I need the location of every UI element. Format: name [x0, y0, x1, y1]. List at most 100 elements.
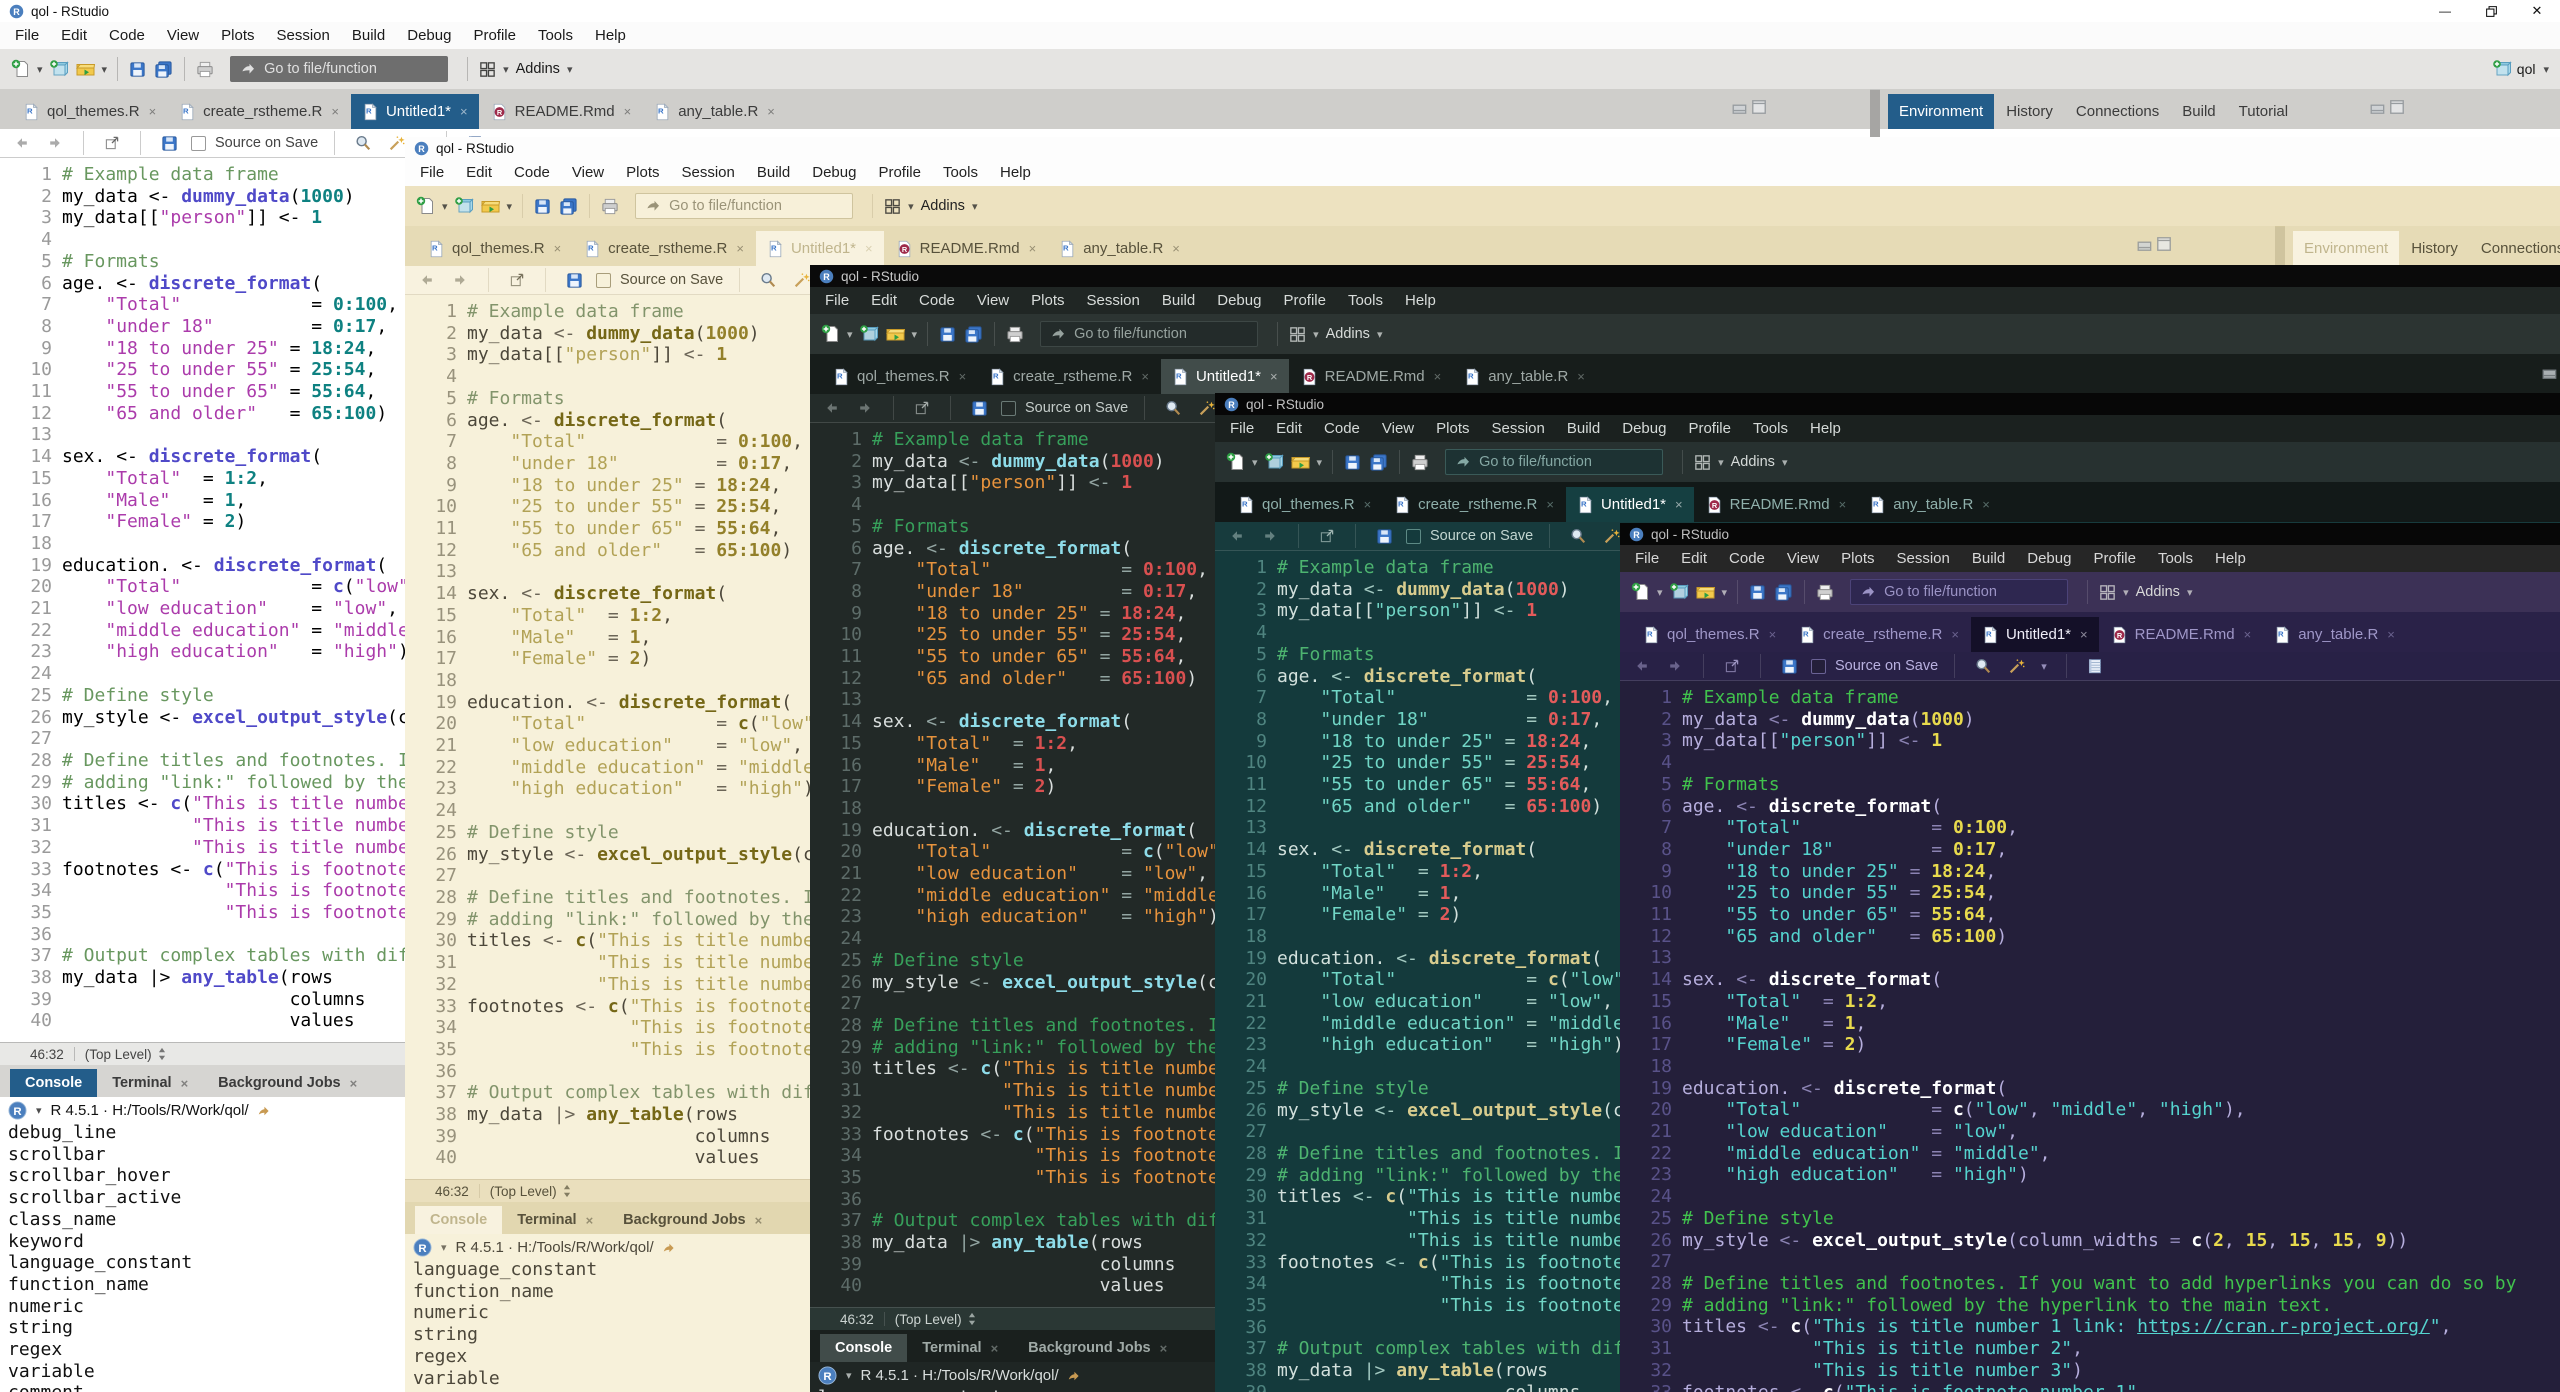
console-tab-terminal[interactable]: Terminal×	[502, 1206, 608, 1234]
print-button[interactable]	[1002, 323, 1028, 346]
menu-item-code[interactable]: Code	[1718, 550, 1776, 567]
pane-layout-button[interactable]	[1285, 323, 1310, 346]
find-replace-button[interactable]	[756, 269, 780, 291]
source-on-save-checkbox[interactable]	[191, 136, 206, 151]
menu-item-build[interactable]: Build	[341, 27, 396, 44]
source-on-save-checkbox[interactable]	[1406, 529, 1421, 544]
tab-close-icon[interactable]: ×	[1673, 497, 1683, 512]
menu-item-debug[interactable]: Debug	[1206, 292, 1272, 309]
tab-create-rstheme-r[interactable]: Rcreate_rstheme.R×	[573, 231, 755, 266]
env-tab-history[interactable]: History	[2400, 231, 2469, 266]
menu-item-debug[interactable]: Debug	[2016, 550, 2082, 567]
tab-close-icon[interactable]: ×	[1027, 241, 1037, 256]
tab-any-table-r[interactable]: Rany_table.R×	[643, 94, 786, 129]
menu-item-tools[interactable]: Tools	[1337, 292, 1394, 309]
back-button[interactable]	[1630, 656, 1654, 676]
pane-layout-caret[interactable]: ▾	[1715, 456, 1727, 469]
tab-readme-rmd[interactable]: RREADME.Rmd×	[885, 231, 1048, 266]
open-file-button[interactable]	[1287, 450, 1314, 474]
console-tab-close-icon[interactable]: ×	[348, 1076, 358, 1091]
menu-item-session[interactable]: Session	[1076, 292, 1151, 309]
menu-item-tools[interactable]: Tools	[1742, 420, 1799, 437]
menu-item-help[interactable]: Help	[989, 164, 1042, 181]
menu-item-plots[interactable]: Plots	[1830, 550, 1885, 567]
new-file-button[interactable]	[1628, 580, 1654, 604]
save-all-button[interactable]	[150, 58, 177, 81]
env-tab-connections[interactable]: Connections	[2470, 231, 2560, 266]
menu-item-profile[interactable]: Profile	[867, 164, 932, 181]
open-file-caret[interactable]: ▾	[1314, 456, 1326, 469]
menu-item-tools[interactable]: Tools	[932, 164, 989, 181]
tab-close-icon[interactable]: ×	[329, 104, 339, 119]
addins-menu[interactable]: Addins▾	[1727, 454, 1795, 470]
tab-untitled1-[interactable]: RUntitled1*×	[1161, 359, 1289, 394]
menu-item-session[interactable]: Session	[671, 164, 746, 181]
tab-close-icon[interactable]: ×	[1949, 627, 1959, 642]
new-file-button[interactable]	[8, 57, 34, 81]
tab-close-icon[interactable]: ×	[622, 104, 632, 119]
tab-close-icon[interactable]: ×	[2385, 627, 2395, 642]
tab-untitled1-[interactable]: RUntitled1*×	[351, 94, 479, 129]
tab-qol-themes-r[interactable]: Rqol_themes.R×	[12, 94, 167, 129]
console-tab-close-icon[interactable]: ×	[753, 1213, 763, 1228]
tab-close-icon[interactable]: ×	[458, 104, 468, 119]
open-file-button[interactable]	[1692, 580, 1719, 604]
goto-file-function-input[interactable]: Go to file/function	[230, 56, 448, 82]
console-tab-terminal[interactable]: Terminal×	[97, 1069, 203, 1097]
tab-close-icon[interactable]: ×	[1575, 369, 1585, 384]
tab-readme-rmd[interactable]: RREADME.Rmd×	[480, 94, 643, 129]
source-pane-window-buttons[interactable]	[1730, 99, 1772, 115]
menu-item-edit[interactable]: Edit	[455, 164, 503, 181]
menu-item-build[interactable]: Build	[1961, 550, 2016, 567]
editor-save-button[interactable]	[1372, 525, 1397, 548]
tab-close-icon[interactable]: ×	[1767, 627, 1777, 642]
source-pane-window-buttons[interactable]	[2540, 364, 2560, 380]
save-all-button[interactable]	[960, 323, 987, 346]
editor-save-button[interactable]	[967, 397, 992, 420]
env-tab-environment[interactable]: Environment	[1888, 94, 1994, 129]
env-tab-history[interactable]: History	[1995, 94, 2064, 129]
console-tab-background-jobs[interactable]: Background Jobs×	[1013, 1334, 1182, 1362]
goto-file-function-input[interactable]: Go to file/function	[1040, 321, 1258, 347]
tab-untitled1-[interactable]: RUntitled1*×	[756, 231, 884, 266]
source-on-save-checkbox[interactable]	[596, 273, 611, 288]
goto-file-function-input[interactable]: Go to file/function	[1445, 449, 1663, 475]
menu-item-tools[interactable]: Tools	[2147, 550, 2204, 567]
tab-close-icon[interactable]: ×	[147, 104, 157, 119]
menu-item-edit[interactable]: Edit	[50, 27, 98, 44]
compile-report-button[interactable]	[2083, 655, 2106, 677]
console-tab-close-icon[interactable]: ×	[1158, 1341, 1168, 1356]
tab-close-icon[interactable]: ×	[1432, 369, 1442, 384]
menu-item-session[interactable]: Session	[1481, 420, 1556, 437]
tab-qol-themes-r[interactable]: Rqol_themes.R×	[417, 231, 572, 266]
print-button[interactable]	[1407, 451, 1433, 474]
tab-readme-rmd[interactable]: RREADME.Rmd×	[2100, 617, 2263, 652]
code-editor[interactable]: 1 2 3 4 5 6 7 8 9 10 11 12 13 14 15 16 1…	[1620, 681, 2560, 1392]
console-tab-background-jobs[interactable]: Background Jobs×	[203, 1069, 372, 1097]
tab-create-rstheme-r[interactable]: Rcreate_rstheme.R×	[978, 359, 1160, 394]
menu-item-session[interactable]: Session	[1886, 550, 1961, 567]
menu-item-plots[interactable]: Plots	[615, 164, 670, 181]
addins-menu[interactable]: Addins▾	[2132, 584, 2200, 600]
find-replace-button[interactable]	[1161, 397, 1185, 419]
save-button[interactable]	[1340, 451, 1365, 474]
environment-pane-window-buttons[interactable]	[2368, 99, 2410, 115]
tab-close-icon[interactable]: ×	[1980, 497, 1990, 512]
new-project-button[interactable]	[1261, 450, 1287, 474]
menu-item-plots[interactable]: Plots	[1020, 292, 1075, 309]
addins-menu[interactable]: Addins▾	[917, 198, 985, 214]
menu-item-code[interactable]: Code	[98, 27, 156, 44]
tab-close-icon[interactable]: ×	[734, 241, 744, 256]
new-file-caret[interactable]: ▾	[34, 63, 46, 76]
menu-item-plots[interactable]: Plots	[210, 27, 265, 44]
menu-item-code[interactable]: Code	[908, 292, 966, 309]
code-tools-caret[interactable]: ▾	[2038, 660, 2050, 673]
back-button[interactable]	[1225, 526, 1249, 546]
tab-close-icon[interactable]: ×	[1268, 369, 1278, 384]
env-tab-build[interactable]: Build	[2171, 94, 2226, 129]
tab-close-icon[interactable]: ×	[552, 241, 562, 256]
tab-readme-rmd[interactable]: RREADME.Rmd×	[1290, 359, 1453, 394]
menu-item-edit[interactable]: Edit	[1670, 550, 1718, 567]
menu-item-profile[interactable]: Profile	[1272, 292, 1337, 309]
tab-close-icon[interactable]: ×	[957, 369, 967, 384]
